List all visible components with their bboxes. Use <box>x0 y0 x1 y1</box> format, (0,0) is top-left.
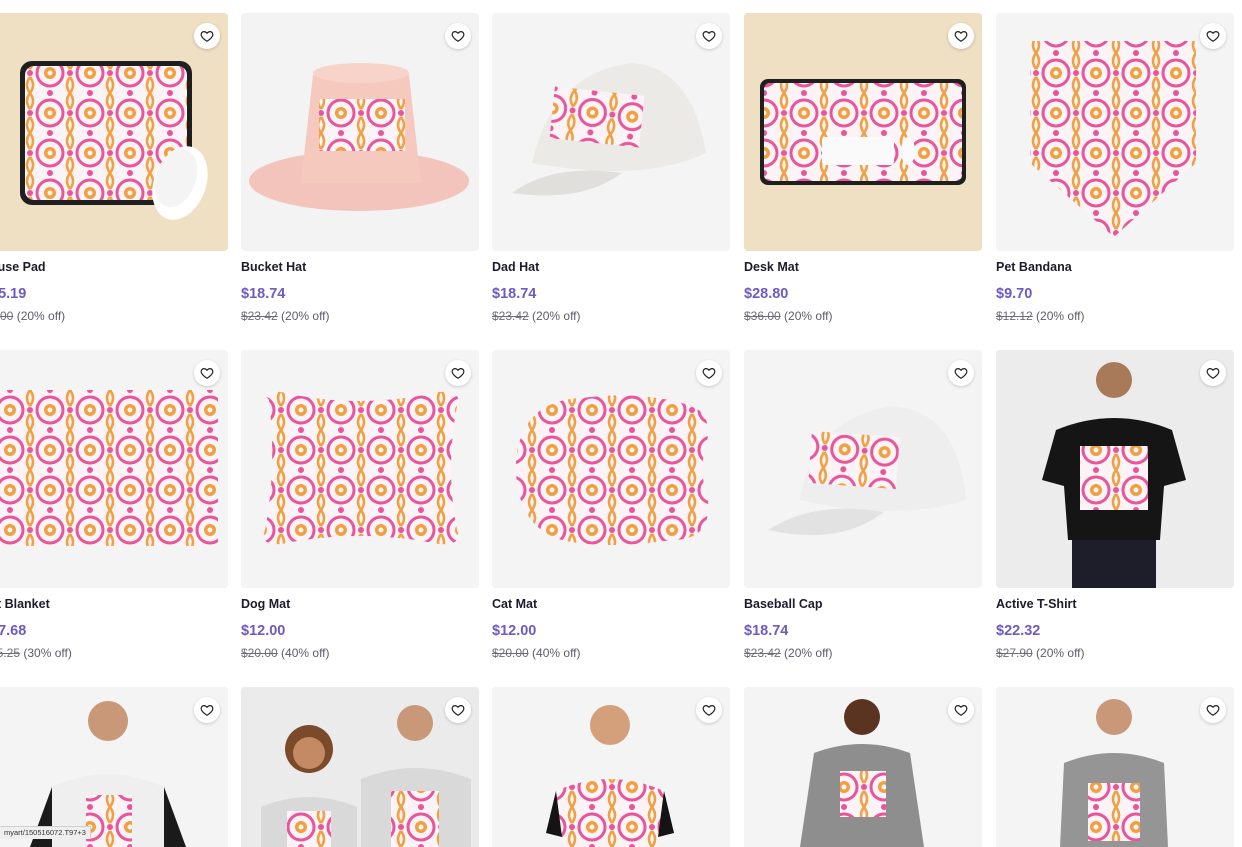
product-image[interactable] <box>0 13 228 251</box>
favorite-button[interactable] <box>948 697 974 723</box>
favorite-button[interactable] <box>194 697 220 723</box>
heart-outline-icon <box>954 705 968 716</box>
original-price: $12.12 (20% off) <box>996 309 1085 323</box>
product-title[interactable]: Baseball Cap <box>744 597 823 611</box>
product-price: $28.80 <box>744 286 789 302</box>
product-title[interactable]: Dad Hat <box>492 260 539 274</box>
heart-outline-icon <box>451 368 465 379</box>
couple-t-shirts-illustration <box>241 687 479 847</box>
link-preview-status: myart/150516072.T97+3 <box>0 826 91 839</box>
product-title[interactable]: et Blanket <box>0 597 50 611</box>
product-price: $12.00 <box>492 623 537 639</box>
product-image[interactable] <box>996 687 1234 847</box>
product-image[interactable] <box>492 350 730 588</box>
heart-outline-icon <box>1206 368 1220 379</box>
favorite-button[interactable] <box>948 23 974 49</box>
product-image[interactable] <box>492 687 730 847</box>
favorite-button[interactable] <box>696 697 722 723</box>
original-price: 9.00 (20% off) <box>0 309 66 323</box>
original-price: $20.00 (40% off) <box>492 646 581 660</box>
product-image[interactable] <box>996 350 1234 588</box>
favorite-button[interactable] <box>445 697 471 723</box>
product-price: $18.74 <box>744 623 789 639</box>
baseball-cap-illustration <box>744 350 982 588</box>
product-image[interactable] <box>241 350 479 588</box>
heart-outline-icon <box>200 368 214 379</box>
product-image[interactable] <box>996 13 1234 251</box>
mouse-pad-illustration <box>0 13 228 251</box>
pullover-hoodie-illustration <box>744 687 982 847</box>
heart-outline-icon <box>200 31 214 42</box>
product-image[interactable] <box>744 13 982 251</box>
bucket-hat-illustration <box>241 13 479 251</box>
dog-mat-illustration <box>241 350 479 588</box>
product-title[interactable]: ouse Pad <box>0 260 46 274</box>
product-price: $18.74 <box>492 286 537 302</box>
product-title[interactable]: Dog Mat <box>241 597 290 611</box>
product-title[interactable]: Active T-Shirt <box>996 597 1077 611</box>
pet-bandana-illustration <box>996 13 1234 251</box>
product-image[interactable] <box>744 687 982 847</box>
heart-outline-icon <box>954 31 968 42</box>
original-price: $27.90 (20% off) <box>996 646 1085 660</box>
original-price: $36.00 (20% off) <box>744 309 833 323</box>
heart-outline-icon <box>1206 31 1220 42</box>
favorite-button[interactable] <box>445 23 471 49</box>
favorite-button[interactable] <box>194 360 220 386</box>
product-price: $12.00 <box>241 623 286 639</box>
dad-hat-illustration <box>492 13 730 251</box>
product-price: 17.68 <box>0 623 27 639</box>
favorite-button[interactable] <box>1200 23 1226 49</box>
original-price: $23.42 (20% off) <box>492 309 581 323</box>
product-price: $9.70 <box>996 286 1033 302</box>
favorite-button[interactable] <box>194 23 220 49</box>
favorite-button[interactable] <box>696 360 722 386</box>
favorite-button[interactable] <box>696 23 722 49</box>
product-image[interactable] <box>744 350 982 588</box>
product-title[interactable]: Bucket Hat <box>241 260 306 274</box>
product-title[interactable]: Desk Mat <box>744 260 799 274</box>
active-t-shirt-illustration <box>996 350 1234 588</box>
product-image[interactable] <box>241 13 479 251</box>
product-price: $18.74 <box>241 286 286 302</box>
cat-mat-illustration <box>492 350 730 588</box>
product-title[interactable]: Cat Mat <box>492 597 537 611</box>
heart-outline-icon <box>451 31 465 42</box>
product-image[interactable] <box>492 13 730 251</box>
favorite-button[interactable] <box>1200 360 1226 386</box>
favorite-button[interactable] <box>948 360 974 386</box>
heart-outline-icon <box>702 31 716 42</box>
heart-outline-icon <box>200 705 214 716</box>
heart-outline-icon <box>451 705 465 716</box>
original-price: $23.42 (20% off) <box>241 309 330 323</box>
product-title[interactable]: Pet Bandana <box>996 260 1072 274</box>
product-price: $22.32 <box>996 623 1041 639</box>
heart-outline-icon <box>702 705 716 716</box>
heart-outline-icon <box>702 368 716 379</box>
favorite-button[interactable] <box>445 360 471 386</box>
heart-outline-icon <box>1206 705 1220 716</box>
favorite-button[interactable] <box>1200 697 1226 723</box>
product-image[interactable] <box>0 350 228 588</box>
original-price: 25.25 (30% off) <box>0 646 72 660</box>
original-price: $20.00 (40% off) <box>241 646 330 660</box>
product-grid: ouse Pad 15.19 9.00 (20% off) Bucket Hat… <box>0 0 1242 847</box>
graphic-t-shirt-illustration <box>492 687 730 847</box>
pet-blanket-illustration <box>0 350 228 588</box>
heart-outline-icon <box>954 368 968 379</box>
product-price: 15.19 <box>0 286 27 302</box>
desk-mat-illustration <box>744 13 982 251</box>
original-price: $23.42 (20% off) <box>744 646 833 660</box>
long-sleeve-t-shirt-illustration <box>996 687 1234 847</box>
product-image[interactable] <box>241 687 479 847</box>
